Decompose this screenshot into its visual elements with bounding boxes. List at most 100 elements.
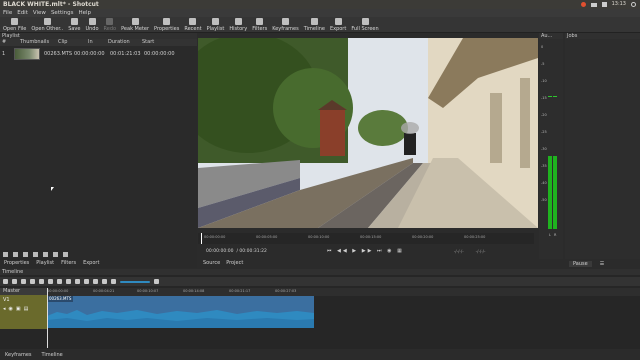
zoom-in-icon[interactable] [154,279,159,284]
out-point[interactable]: -/-/-/- [476,249,486,254]
peak-meter-button[interactable]: Peak Meter [121,17,149,32]
in-point[interactable]: -/-/-/- [454,249,464,254]
grid-icon[interactable]: ▦ [397,248,404,254]
tab-export[interactable]: Export [83,259,99,267]
master-track-header[interactable]: Master [0,288,47,295]
playlist-button[interactable]: Playlist [207,17,224,32]
open-other-button[interactable]: Open Other.. [31,17,63,32]
audio-meter-title: Au... [539,33,563,39]
col-start[interactable]: Start [142,39,172,46]
col-number[interactable]: # [0,39,20,46]
tab-project[interactable]: Project [226,259,243,267]
volume-icon[interactable]: ◉ [387,248,393,254]
skip-back-icon[interactable]: ⏮ [327,248,334,254]
menu-icon[interactable] [3,279,8,284]
menu-view[interactable]: View [33,9,46,17]
tab-source[interactable]: Source [203,259,220,267]
ripple-icon[interactable] [102,279,107,284]
toolbar: Open File Open Other.. Save Undo Redo Peak Me… [0,17,640,33]
hide-icon[interactable]: ◉ [9,306,13,312]
menu-file[interactable]: File [3,9,12,17]
add-icon[interactable] [3,251,8,257]
tab-keyframes[interactable]: Keyframes [5,351,32,360]
audio-meter-panel: Au... 0 -5 -10 -15 -20 -25 -30 -35 -40 -50 L R [539,33,563,259]
redo-button[interactable]: Redo [104,17,116,32]
timeline-button[interactable]: Timeline [304,17,325,32]
pause-button[interactable]: Pause [569,261,592,267]
overwrite-icon[interactable] [66,279,71,284]
settings-gear-icon[interactable] [631,2,636,7]
col-in[interactable]: In [88,39,108,46]
copy-icon[interactable] [21,279,26,284]
transport-bar: 00:00:00:00 / 00:00:31:22 ⏮ ◀◀ ▶ ▶▶ ⏭ ◉ … [198,245,538,257]
open-file-button[interactable]: Open File [3,17,26,32]
snap-icon[interactable] [84,279,89,284]
cut-icon[interactable] [12,279,17,284]
play-icon[interactable]: ▶ [352,248,358,254]
fast-forward-icon[interactable]: ▶▶ [362,248,374,254]
zoom-out-icon[interactable] [111,279,116,284]
menu-settings[interactable]: Settings [51,9,74,17]
network-icon[interactable] [580,2,586,7]
menu-edit[interactable]: Edit [17,9,28,17]
player-scrubber[interactable]: 00:00:00:00 00:00:05:00 00:00:10:00 00:0… [198,233,534,244]
timeline-ruler[interactable]: 00:00:00:00 00:00:04:21 00:00:10:07 00:0… [47,288,640,296]
icon-view-icon[interactable] [53,251,58,257]
remove-icon[interactable] [13,251,18,257]
scrub-icon[interactable] [93,279,98,284]
timecode-input[interactable]: 00:00:00:00 [206,249,233,254]
ruler-tick: 00:00:10:00 [308,235,330,239]
tab-timeline[interactable]: Timeline [42,351,63,360]
col-thumbnails[interactable]: Thumbnails [20,39,58,46]
jobs-menu-icon[interactable]: ☰ [600,261,604,267]
keyboard-icon[interactable] [590,2,597,7]
video-viewer[interactable] [198,38,538,228]
append-icon[interactable] [39,279,44,284]
save-button[interactable]: Save [68,17,80,32]
lock-icon[interactable]: ▣ [16,306,21,312]
sound-icon[interactable] [601,2,607,7]
split-icon[interactable] [75,279,80,284]
undo-icon [88,18,96,25]
undo-button[interactable]: Undo [85,17,99,32]
tl-tick: 00:00:14:08 [183,289,205,293]
composite-icon[interactable]: ▤ [24,306,29,312]
menu-icon[interactable] [63,251,68,257]
zoom-slider[interactable] [120,280,150,283]
row-start: 00:00:00:00 [144,51,175,57]
tl-tick: 00:00:21:17 [229,289,251,293]
lift-icon[interactable] [57,279,62,284]
ripple-delete-icon[interactable] [48,279,53,284]
playlist-row[interactable]: 1 00263.MTS 00:00:00:00 00:01:21:03 00:0… [0,46,197,62]
meter-mark: -5 [541,62,545,66]
playhead[interactable] [201,233,202,244]
export-button[interactable]: Export [330,17,346,32]
tl-tick: 00:00:10:07 [137,289,159,293]
recent-button[interactable]: Recent [184,17,202,32]
mute-icon[interactable]: ◂ [3,306,6,312]
keyframes-button[interactable]: Keyframes [272,17,299,32]
list-view-icon[interactable] [33,251,38,257]
properties-button[interactable]: Properties [154,17,179,32]
tab-filters[interactable]: Filters [61,259,76,267]
filters-button[interactable]: Filters [252,17,267,32]
rewind-icon[interactable]: ◀◀ [337,248,349,254]
menu-help[interactable]: Help [79,9,92,17]
col-clip[interactable]: Clip [58,39,88,46]
toolbar-label: Save [68,26,81,32]
details-view-icon[interactable] [43,251,48,257]
update-icon[interactable] [23,251,28,257]
tab-properties[interactable]: Properties [4,259,29,267]
v1-track-header[interactable]: V1 ◂ ◉ ▣ ▤ [0,295,47,329]
paste-icon[interactable] [30,279,35,284]
meter-mark: -20 [541,113,547,117]
col-duration[interactable]: Duration [108,39,142,46]
timeline-clip[interactable]: 00263.MTS [47,296,314,328]
history-button[interactable]: History [229,17,247,32]
meter-icon [131,18,139,25]
skip-forward-icon[interactable]: ⏭ [377,248,384,254]
timeline-playhead[interactable] [47,288,48,348]
full-screen-button[interactable]: Full Screen [351,17,379,32]
clock[interactable]: 13:13 [612,0,626,9]
tab-playlist[interactable]: Playlist [36,259,54,267]
